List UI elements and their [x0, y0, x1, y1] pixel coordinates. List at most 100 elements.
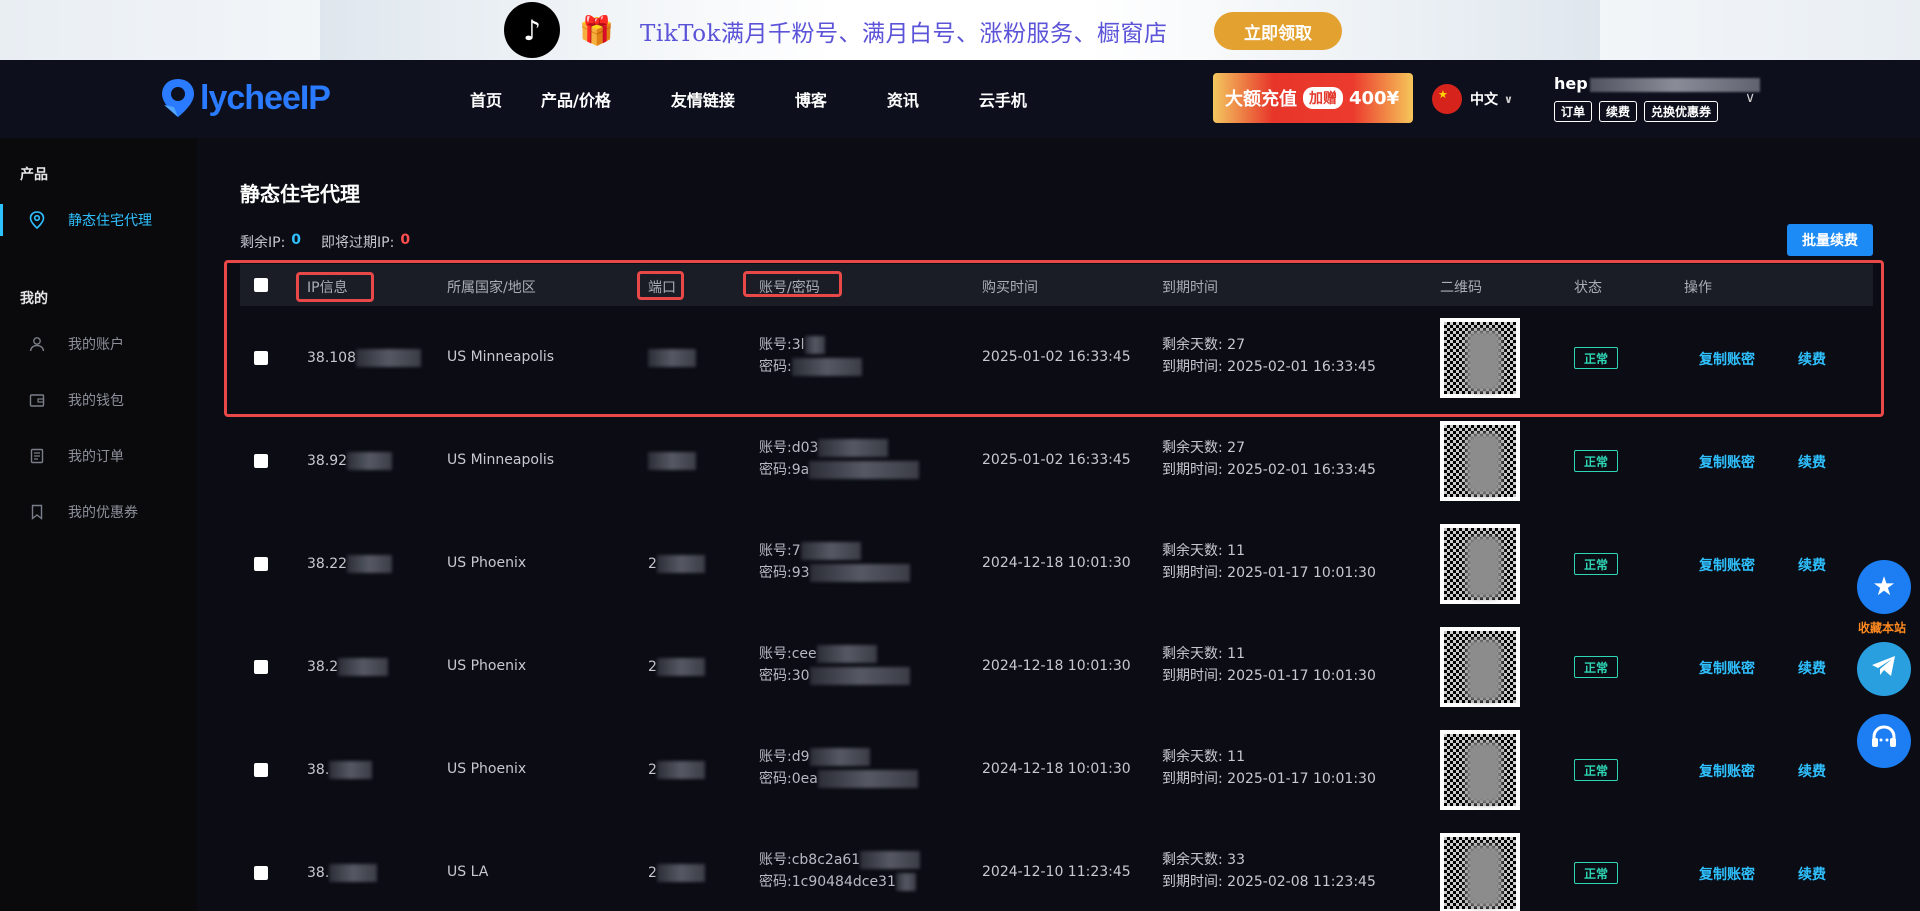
- renew-link[interactable]: 续费: [1798, 555, 1826, 575]
- sidebar-item-coupons[interactable]: 我的优惠券: [0, 492, 197, 532]
- copy-credentials-link[interactable]: 复制账密: [1699, 864, 1755, 884]
- nav-cloud-phone[interactable]: 云手机: [979, 87, 1027, 111]
- renew-link[interactable]: 续费: [1798, 864, 1826, 884]
- promo-banner[interactable]: ♪ 🎁 TikTok满月千粉号、满月白号、涨粉服务、橱窗店 立即领取: [0, 0, 1920, 60]
- ip-redacted: [338, 658, 389, 676]
- expire-line: 到期时间: 2025-01-17 10:01:30: [1162, 768, 1376, 790]
- port-redacted: [656, 761, 705, 779]
- table-row: 38.2 US Phoenix 2 账号:cee 密码:30 2024-12-1…: [240, 615, 1873, 718]
- days-label: 剩余天数:: [1162, 646, 1223, 662]
- sidebar-item-label: 我的账户: [68, 337, 124, 353]
- batch-renew-button[interactable]: 批量续费: [1787, 224, 1873, 256]
- sidebar-item-wallet[interactable]: 我的钱包: [0, 380, 197, 420]
- sidebar-group-mine: 我的: [20, 291, 48, 307]
- user-link-orders[interactable]: 订单: [1554, 101, 1593, 122]
- table-row: 38. US Phoenix 2 账号:d9 密码:0ea 2024-12-18…: [240, 718, 1873, 821]
- expire-label: 到期时间:: [1162, 668, 1223, 684]
- days-value: 11: [1227, 749, 1245, 765]
- promo-claim-button[interactable]: 立即领取: [1214, 12, 1342, 50]
- port-text: 2: [648, 865, 657, 881]
- nav-news[interactable]: 资讯: [887, 87, 919, 111]
- password-line: 密码:0ea: [759, 768, 918, 790]
- status-badge: 正常: [1574, 759, 1618, 781]
- expire-line: 到期时间: 2025-02-01 16:33:45: [1162, 459, 1376, 481]
- days-value: 11: [1227, 646, 1245, 662]
- user-name-text: hep: [1554, 74, 1588, 93]
- sidebar-item-static-proxy[interactable]: 静态住宅代理: [0, 200, 197, 240]
- telegram-button[interactable]: [1857, 642, 1911, 696]
- sidebar-group-product: 产品: [20, 167, 48, 183]
- favorite-button[interactable]: ★: [1857, 560, 1911, 614]
- ip-info-text: 38.: [307, 865, 330, 881]
- language-selector[interactable]: 中文 ∨: [1432, 84, 1513, 114]
- expire-value: 2025-02-08 11:23:45: [1227, 874, 1376, 890]
- password-value: 9a: [791, 462, 810, 478]
- account-line: 账号:cb8c2a61: [759, 849, 921, 871]
- expire-info: 剩余天数: 33 到期时间: 2025-02-08 11:23:45: [1162, 849, 1376, 893]
- nav-blog[interactable]: 博客: [795, 87, 827, 111]
- port-redacted: [656, 555, 705, 573]
- qr-code[interactable]: [1440, 627, 1520, 707]
- user-chevron-icon[interactable]: ∨: [1745, 90, 1755, 106]
- qr-code[interactable]: [1440, 730, 1520, 810]
- purchase-time: 2025-01-02 16:33:45: [982, 452, 1131, 468]
- qr-code-image: [1444, 528, 1516, 600]
- nav-products[interactable]: 产品/价格: [541, 87, 611, 111]
- row-checkbox[interactable]: [254, 866, 268, 880]
- row-checkbox[interactable]: [254, 454, 268, 468]
- copy-credentials-link[interactable]: 复制账密: [1699, 761, 1755, 781]
- language-label: 中文: [1470, 92, 1498, 108]
- remaining-ip-label: 剩余IP:: [240, 235, 286, 251]
- favorite-label: 收藏本站: [1858, 621, 1907, 635]
- ip-redacted: [347, 555, 393, 573]
- renew-link[interactable]: 续费: [1798, 761, 1826, 781]
- support-button[interactable]: [1857, 714, 1911, 768]
- expire-info: 剩余天数: 11 到期时间: 2025-01-17 10:01:30: [1162, 643, 1376, 687]
- sidebar: 产品 静态住宅代理 我的 我的账户 我的钱包 我的订单 我的优惠券: [0, 138, 197, 911]
- region: US Phoenix: [447, 761, 527, 777]
- nav-home[interactable]: 首页: [470, 87, 502, 111]
- expire-value: 2025-01-17 10:01:30: [1227, 565, 1376, 581]
- sidebar-item-account[interactable]: 我的账户: [0, 324, 197, 364]
- password-value: 30: [791, 668, 810, 684]
- days-line: 剩余天数: 27: [1162, 437, 1376, 459]
- copy-credentials-link[interactable]: 复制账密: [1699, 555, 1755, 575]
- row-checkbox[interactable]: [254, 763, 268, 777]
- sidebar-item-label: 我的订单: [68, 449, 124, 465]
- password-line: 密码:1c90484dce31: [759, 871, 920, 893]
- row-checkbox[interactable]: [254, 557, 268, 571]
- ip-redacted: [329, 761, 372, 779]
- highlight-port-header: [637, 271, 684, 300]
- account-label: 账号:: [759, 646, 792, 662]
- row-checkbox[interactable]: [254, 660, 268, 674]
- days-value: 11: [1227, 543, 1245, 559]
- port-text: 2: [648, 659, 657, 675]
- password-line: 密码:9a: [759, 459, 920, 481]
- renew-link[interactable]: 续费: [1798, 658, 1826, 678]
- user-menu[interactable]: hep 订单 续费 兑换优惠券: [1554, 74, 1760, 122]
- qr-code-image: [1444, 631, 1516, 703]
- password-redacted: [809, 461, 920, 479]
- renew-link[interactable]: 续费: [1798, 452, 1826, 472]
- password-line: 密码:93: [759, 562, 910, 584]
- sidebar-item-orders[interactable]: 我的订单: [0, 436, 197, 476]
- account-line: 账号:d03: [759, 437, 919, 459]
- star-icon: ★: [1872, 572, 1896, 602]
- telegram-icon: [1870, 654, 1898, 685]
- days-value: 27: [1227, 440, 1245, 456]
- qr-code[interactable]: [1440, 421, 1520, 501]
- recharge-tag: 加赠: [1303, 87, 1343, 109]
- region: US Minneapolis: [447, 452, 555, 468]
- user-link-coupon[interactable]: 兑换优惠券: [1644, 101, 1719, 122]
- qr-code[interactable]: [1440, 833, 1520, 911]
- site-logo[interactable]: lycheeIP: [160, 77, 331, 119]
- password-redacted: [817, 770, 918, 788]
- account-redacted: [809, 748, 870, 766]
- account-line: 账号:7: [759, 540, 910, 562]
- nav-links[interactable]: 友情链接: [671, 87, 735, 111]
- recharge-banner[interactable]: 大额充值 加赠 400¥: [1213, 73, 1413, 123]
- copy-credentials-link[interactable]: 复制账密: [1699, 658, 1755, 678]
- copy-credentials-link[interactable]: 复制账密: [1699, 452, 1755, 472]
- qr-code[interactable]: [1440, 524, 1520, 604]
- user-link-renew[interactable]: 续费: [1599, 101, 1638, 122]
